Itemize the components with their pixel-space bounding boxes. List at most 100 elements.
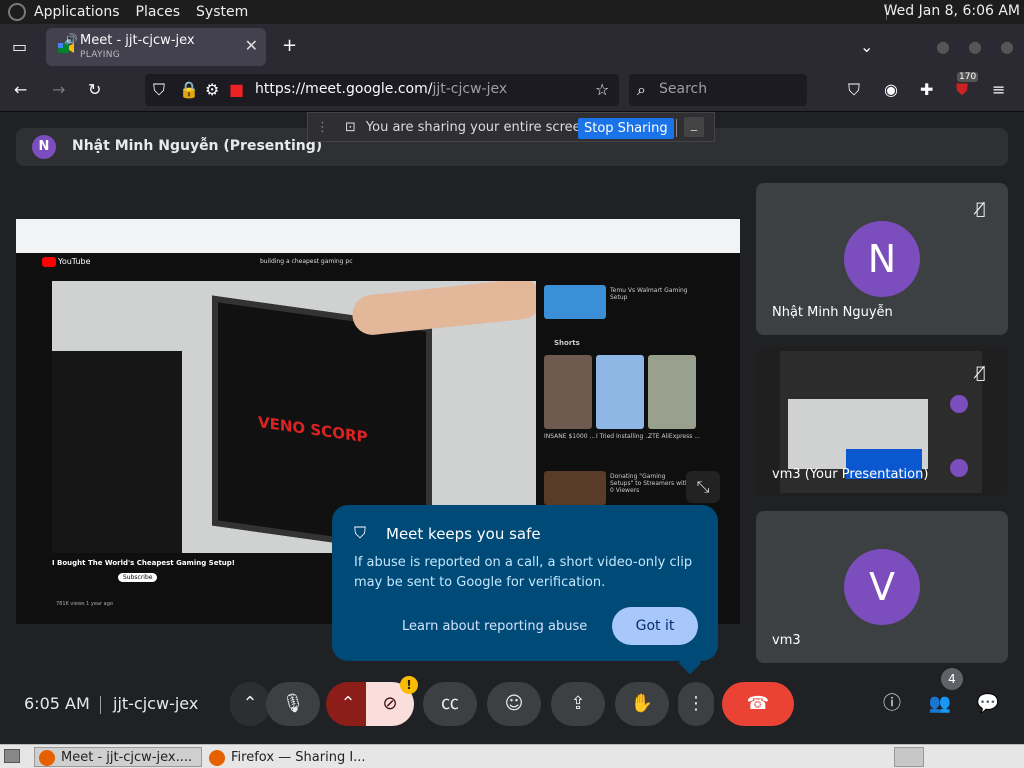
pocket-icon[interactable]: ⛉ [848, 82, 860, 98]
new-tab-icon[interactable]: + [282, 37, 297, 55]
shield-icon[interactable]: ⛉ [153, 82, 165, 98]
close-tab-icon[interactable]: ✕ [245, 36, 258, 55]
views-line: 781K views 1 year ago [56, 601, 113, 607]
popup-pointer [678, 651, 702, 675]
shared-browser-chrome [16, 219, 740, 253]
tray-firefox-icon[interactable] [894, 747, 924, 767]
firefox-icon [209, 750, 225, 766]
lock-icon[interactable]: 🔒 [179, 82, 199, 98]
tab-meet[interactable]: 🔊 Meet - jjt-cjcw-jex PLAYING ✕ [46, 28, 266, 66]
meeting-info-icon[interactable]: ⓘ [880, 692, 904, 716]
back-arrow-icon[interactable]: ← [14, 82, 27, 98]
emoji-reactions-button[interactable]: ☺ [487, 682, 541, 726]
taskbar-item-meet[interactable]: Meet - jjt-cjcw-jex.... [34, 747, 202, 767]
popup-title: Meet keeps you safe [386, 525, 541, 543]
meet-stage: N Nhật Minh Nguyễn (Presenting) ⋮ ⊡ You … [0, 112, 1024, 744]
ublock-icon[interactable]: ⛊ [956, 82, 968, 98]
video-options-chevron-icon[interactable]: ⌃ [326, 682, 370, 726]
meeting-time: 6:05 AM [24, 694, 90, 713]
leave-call-button[interactable]: ☎ [722, 682, 794, 726]
monitor-brand: VENO SCORP [258, 413, 368, 447]
presenter-avatar: N [32, 135, 56, 159]
got-it-button[interactable]: Got it [612, 607, 698, 645]
screen-share-notice: ⋮ ⊡ You are sharing your entire screen. … [307, 112, 715, 142]
shared-search-query: building a cheapest gaming pc [260, 258, 353, 265]
learn-reporting-link[interactable]: Learn about reporting abuse [402, 619, 587, 634]
divider [100, 696, 101, 714]
menu-applications[interactable]: Applications [34, 4, 120, 20]
captions-button[interactable]: ㏄ [423, 682, 477, 726]
system-top-bar: Applications Places System Wed Jan 8, 6:… [0, 0, 1024, 24]
reload-icon[interactable]: ↻ [88, 82, 101, 98]
firefox-icon [39, 750, 55, 766]
search-placeholder: Search [659, 81, 708, 97]
more-options-icon[interactable]: ⋮ [678, 682, 714, 726]
drag-handle-icon[interactable]: ⋮ [316, 120, 329, 135]
mic-muted-icon: 🎙̸ [976, 199, 986, 218]
raise-hand-button[interactable]: ✋ [615, 682, 669, 726]
participant-tile-presentation: 🎙̸ vm3 (Your Presentation) [756, 347, 1008, 497]
meet-safety-popup: ⛉ Meet keeps you safe If abuse is report… [332, 505, 718, 675]
permissions-icon[interactable]: ⚙ [205, 82, 219, 98]
shield-icon: ⛉ [354, 523, 367, 542]
url-bar[interactable]: ⛉ 🔒 ⚙ ■ https://meet.google.com/jjt-cjcw… [145, 74, 619, 106]
hide-notice-icon[interactable]: _ [684, 117, 704, 137]
show-desktop-icon[interactable] [4, 749, 20, 763]
participant-name: Nhật Minh Nguyễn [772, 305, 893, 320]
nav-toolbar: ← → ↻ ⛉ 🔒 ⚙ ■ https://meet.google.com/jj… [0, 70, 1024, 112]
present-screen-button[interactable]: ⇪ [551, 682, 605, 726]
search-icon: ⌕ [637, 80, 646, 99]
pc-tower [52, 351, 182, 553]
meeting-code: jjt-cjcw-jex [113, 694, 199, 713]
forward-arrow-icon[interactable]: → [52, 82, 65, 98]
participant-name: vm3 (Your Presentation) [772, 467, 929, 482]
subscribe-label: Subscribe [118, 573, 158, 582]
microphone-button[interactable]: 🎙 [266, 682, 320, 726]
divider [676, 119, 677, 137]
people-icon[interactable]: 👥 [928, 692, 952, 716]
url-text: https://meet.google.com/jjt-cjcw-jex [255, 81, 508, 97]
stop-sharing-button[interactable]: Stop Sharing [578, 118, 674, 139]
system-clock[interactable]: Wed Jan 8, 6:06 AM [884, 3, 1020, 19]
popup-body: If abuse is reported on a call, a short … [354, 555, 693, 590]
tab-overview-icon[interactable]: ▭ [12, 39, 27, 55]
participant-avatar: V [844, 549, 920, 625]
pop-out-icon[interactable]: ⤡ [686, 471, 720, 503]
close-window-dot-icon[interactable]: ● [1000, 39, 1014, 55]
participant-tile-nhat: 🎙̸ N Nhật Minh Nguyễn [756, 183, 1008, 335]
camera-warning-badge: ! [400, 676, 418, 694]
mic-muted-icon: 🎙̸ [976, 363, 986, 382]
os-taskbar: Meet - jjt-cjcw-jex.... Firefox — Sharin… [0, 744, 1024, 768]
chevron-down-icon[interactable]: ⌄ [860, 39, 873, 55]
tab-strip: ▭ 🔊 Meet - jjt-cjcw-jex PLAYING ✕ + ⌄ ● … [0, 24, 1024, 70]
pointing-hand [350, 281, 536, 337]
account-icon[interactable]: ◉ [884, 82, 898, 98]
participant-count-badge: 4 [941, 668, 963, 690]
chat-icon[interactable]: 💬 [976, 692, 1000, 716]
extension-badge: 170 [957, 72, 979, 82]
shared-video-title: I Bought The World's Cheapest Gaming Set… [52, 559, 235, 567]
menu-places[interactable]: Places [136, 4, 181, 20]
tab-status: PLAYING [80, 50, 121, 60]
bookmark-star-icon[interactable]: ☆ [595, 82, 609, 98]
youtube-label: YouTube [58, 257, 91, 266]
share-screen-icon: ⊡ [345, 119, 356, 135]
gnome-logo-icon[interactable] [8, 3, 26, 21]
youtube-logo-icon [42, 257, 56, 267]
audio-options-chevron-icon[interactable]: ⌃ [230, 682, 270, 726]
hamburger-menu-icon[interactable]: ≡ [992, 82, 1005, 98]
menu-system[interactable]: System [196, 4, 248, 20]
presenter-label: Nhật Minh Nguyễn (Presenting) [72, 138, 323, 154]
participant-avatar: N [844, 221, 920, 297]
maximize-dot-icon[interactable]: ● [968, 39, 982, 55]
meet-control-bar: 6:05 AM jjt-cjcw-jex ⌃ 🎙 ⌃ ⊘ ! ㏄ ☺ ⇪ ✋ ⋮… [0, 668, 1024, 726]
extensions-icon[interactable]: ✚ [920, 82, 933, 98]
screen-share-indicator-icon[interactable]: ■ [229, 82, 244, 98]
share-notice-text: You are sharing your entire screen. [365, 119, 594, 135]
shared-youtube-header: YouTube building a cheapest gaming pc [16, 253, 740, 273]
search-field[interactable]: ⌕ Search [629, 74, 807, 106]
speaker-icon[interactable]: 🔊 [64, 32, 78, 48]
minimize-dot-icon[interactable]: ● [936, 39, 950, 55]
participant-name: vm3 [772, 633, 801, 648]
taskbar-item-firefox-sharing[interactable]: Firefox — Sharing I... [204, 747, 370, 767]
